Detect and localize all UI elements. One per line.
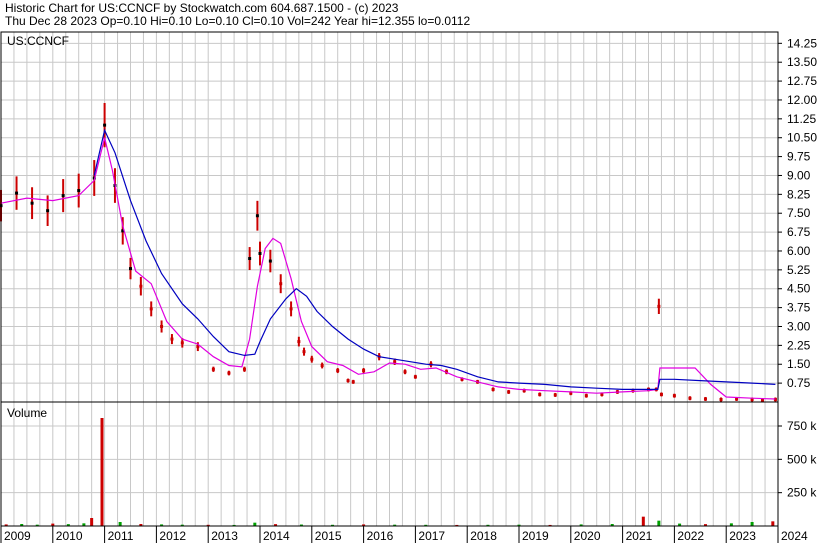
price-panel-title: US:CCNCF <box>7 34 69 48</box>
price-y-tick-label: 12.75 <box>787 74 817 88</box>
price-point <box>507 390 511 394</box>
price-y-tick-label: 13.50 <box>787 55 817 69</box>
price-point <box>413 375 417 379</box>
price-point <box>672 394 676 398</box>
volume-y-tick-label: 750 k <box>787 419 817 433</box>
chart-header-line2: Thu Dec 28 2023 Op=0.10 Hi=0.10 Lo=0.10 … <box>5 14 470 28</box>
price-y-tick-label: 3.75 <box>787 301 811 315</box>
price-point <box>255 214 259 218</box>
price-y-tick-label: 9.00 <box>787 168 811 182</box>
price-point <box>659 392 663 396</box>
price-point <box>491 387 495 391</box>
price-point <box>268 259 272 263</box>
x-tick-label: 2014 <box>263 529 290 543</box>
price-point <box>336 369 340 373</box>
volume-bar <box>657 520 661 526</box>
price-y-tick-label: 7.50 <box>787 206 811 220</box>
price-point <box>279 282 283 286</box>
x-tick-label: 2011 <box>108 529 134 543</box>
price-y-tick-label: 8.25 <box>787 187 811 201</box>
price-y-tick-label: 12.00 <box>787 93 817 107</box>
volume-bar <box>750 522 754 526</box>
price-point <box>15 191 19 195</box>
price-point <box>703 397 707 401</box>
price-y-tick-label: 2.25 <box>787 338 811 352</box>
volume-panel-title: Volume <box>7 406 47 420</box>
volume-bar <box>100 418 104 526</box>
price-point <box>258 251 262 255</box>
price-point <box>320 364 324 368</box>
price-point <box>242 367 246 371</box>
volume-bar <box>90 518 94 526</box>
price-point <box>719 397 723 401</box>
x-tick-label: 2010 <box>56 529 83 543</box>
price-y-tick-label: 6.75 <box>787 225 811 239</box>
price-point <box>170 337 174 341</box>
x-tick-label: 2009 <box>4 529 31 543</box>
x-tick-label: 2013 <box>211 529 238 543</box>
x-tick-label: 2016 <box>367 529 394 543</box>
chart-header-line1: Historic Chart for US:CCNCF by Stockwatc… <box>5 1 399 15</box>
historic-chart: Historic Chart for US:CCNCF by Stockwatc… <box>0 0 830 543</box>
price-point <box>584 394 588 398</box>
price-point <box>30 201 34 205</box>
chart-container: Historic Chart for US:CCNCF by Stockwatc… <box>0 0 830 543</box>
price-point <box>310 357 314 361</box>
price-point <box>538 392 542 396</box>
volume-gridlines <box>0 402 779 526</box>
price-y-tick-label: 14.25 <box>787 36 817 50</box>
price-y-tick-label: 11.25 <box>787 112 816 126</box>
volume-y-tick-label: 500 k <box>787 452 817 466</box>
x-tick-label: 2021 <box>626 529 653 543</box>
price-point <box>77 189 81 193</box>
volume-y-tick-label: 250 k <box>787 486 817 500</box>
price-point <box>227 371 231 375</box>
price-y-tick-label: 10.50 <box>787 131 817 145</box>
x-tick-label: 2022 <box>677 529 704 543</box>
price-y-tick-label: 6.00 <box>787 244 811 258</box>
price-point <box>180 341 184 345</box>
x-tick-label: 2018 <box>470 529 497 543</box>
price-y-tick-label: 1.50 <box>787 357 811 371</box>
price-point <box>160 324 164 328</box>
volume-bar <box>118 522 122 526</box>
price-point <box>362 369 366 373</box>
price-point <box>351 380 355 384</box>
price-point <box>211 367 215 371</box>
price-point <box>289 307 293 311</box>
volume-bar <box>641 516 645 526</box>
price-point <box>346 379 350 383</box>
price-point <box>688 396 692 400</box>
price-y-tick-label: 9.75 <box>787 150 811 164</box>
price-point <box>403 370 407 374</box>
x-tick-label: 2012 <box>159 529 186 543</box>
price-point <box>248 257 252 261</box>
price-gridlines <box>0 32 779 402</box>
price-point <box>149 307 153 311</box>
x-tick-label: 2015 <box>315 529 342 543</box>
price-y-tick-label: 3.00 <box>787 319 811 333</box>
x-tick-label: 2024 <box>781 529 808 543</box>
x-tick-label: 2019 <box>522 529 549 543</box>
x-tick-label: 2023 <box>729 529 756 543</box>
price-point <box>139 284 143 288</box>
price-point <box>129 267 132 271</box>
price-point <box>297 340 301 344</box>
price-point <box>302 350 306 354</box>
volume-bar <box>771 521 775 526</box>
x-tick-label: 2020 <box>574 529 601 543</box>
price-y-tick-label: 0.75 <box>787 376 811 390</box>
price-y-tick-label: 4.50 <box>787 282 811 296</box>
price-point <box>46 209 50 213</box>
price-point <box>103 123 107 127</box>
price-y-tick-label: 5.25 <box>787 263 811 277</box>
price-point <box>657 304 661 308</box>
price-point <box>553 393 557 397</box>
price-point <box>61 194 65 198</box>
x-tick-label: 2017 <box>418 529 445 543</box>
